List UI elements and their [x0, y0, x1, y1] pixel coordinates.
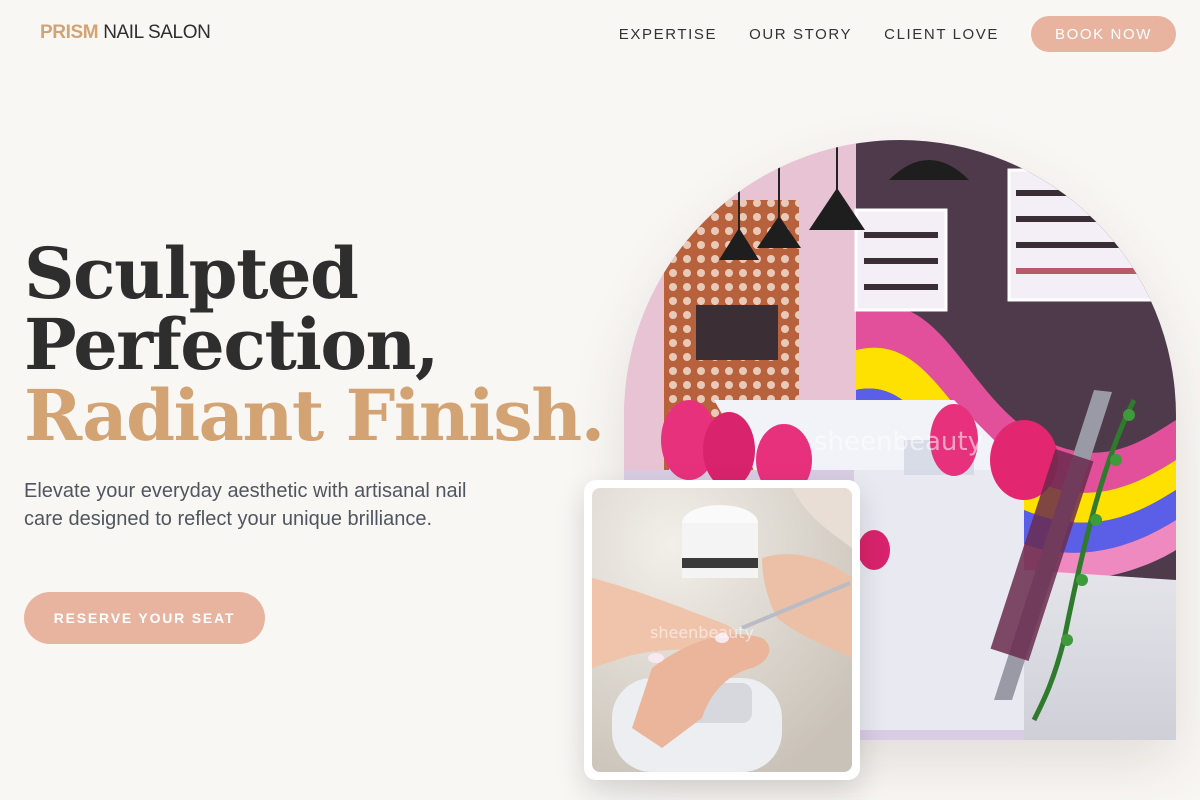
- reserve-seat-button[interactable]: RESERVE YOUR SEAT: [24, 592, 265, 644]
- main-image-watermark: sheenbeauty: [814, 427, 983, 457]
- nav-link-client-love[interactable]: CLIENT LOVE: [884, 26, 999, 43]
- inset-image-watermark: sheenbeauty: [650, 623, 754, 642]
- hero-title-line-1: Sculpted: [24, 232, 359, 315]
- hero-title-line-2: Perfection,: [24, 303, 439, 386]
- nav-link-our-story[interactable]: OUR STORY: [749, 26, 852, 43]
- hero-title-accent-line: Radiant Finish.: [24, 374, 605, 457]
- manicure-image-card: sheenbeauty: [584, 480, 860, 780]
- logo-text: NAIL SALON: [103, 22, 211, 43]
- hero-title: Sculpted Perfection, Radiant Finish.: [24, 232, 605, 457]
- book-now-button[interactable]: BOOK NOW: [1031, 16, 1176, 52]
- logo-brand: PRISM: [40, 22, 99, 43]
- logo[interactable]: PRISM NAIL SALON: [40, 22, 211, 44]
- main-nav: EXPERTISE OUR STORY CLIENT LOVE BOOK NOW: [619, 16, 1176, 52]
- site-header: PRISM NAIL SALON EXPERTISE OUR STORY CLIE…: [0, 0, 1200, 68]
- hero-description: Elevate your everyday aesthetic with art…: [24, 480, 467, 530]
- nav-link-expertise[interactable]: EXPERTISE: [619, 26, 717, 43]
- manicure-image: sheenbeauty: [592, 488, 852, 772]
